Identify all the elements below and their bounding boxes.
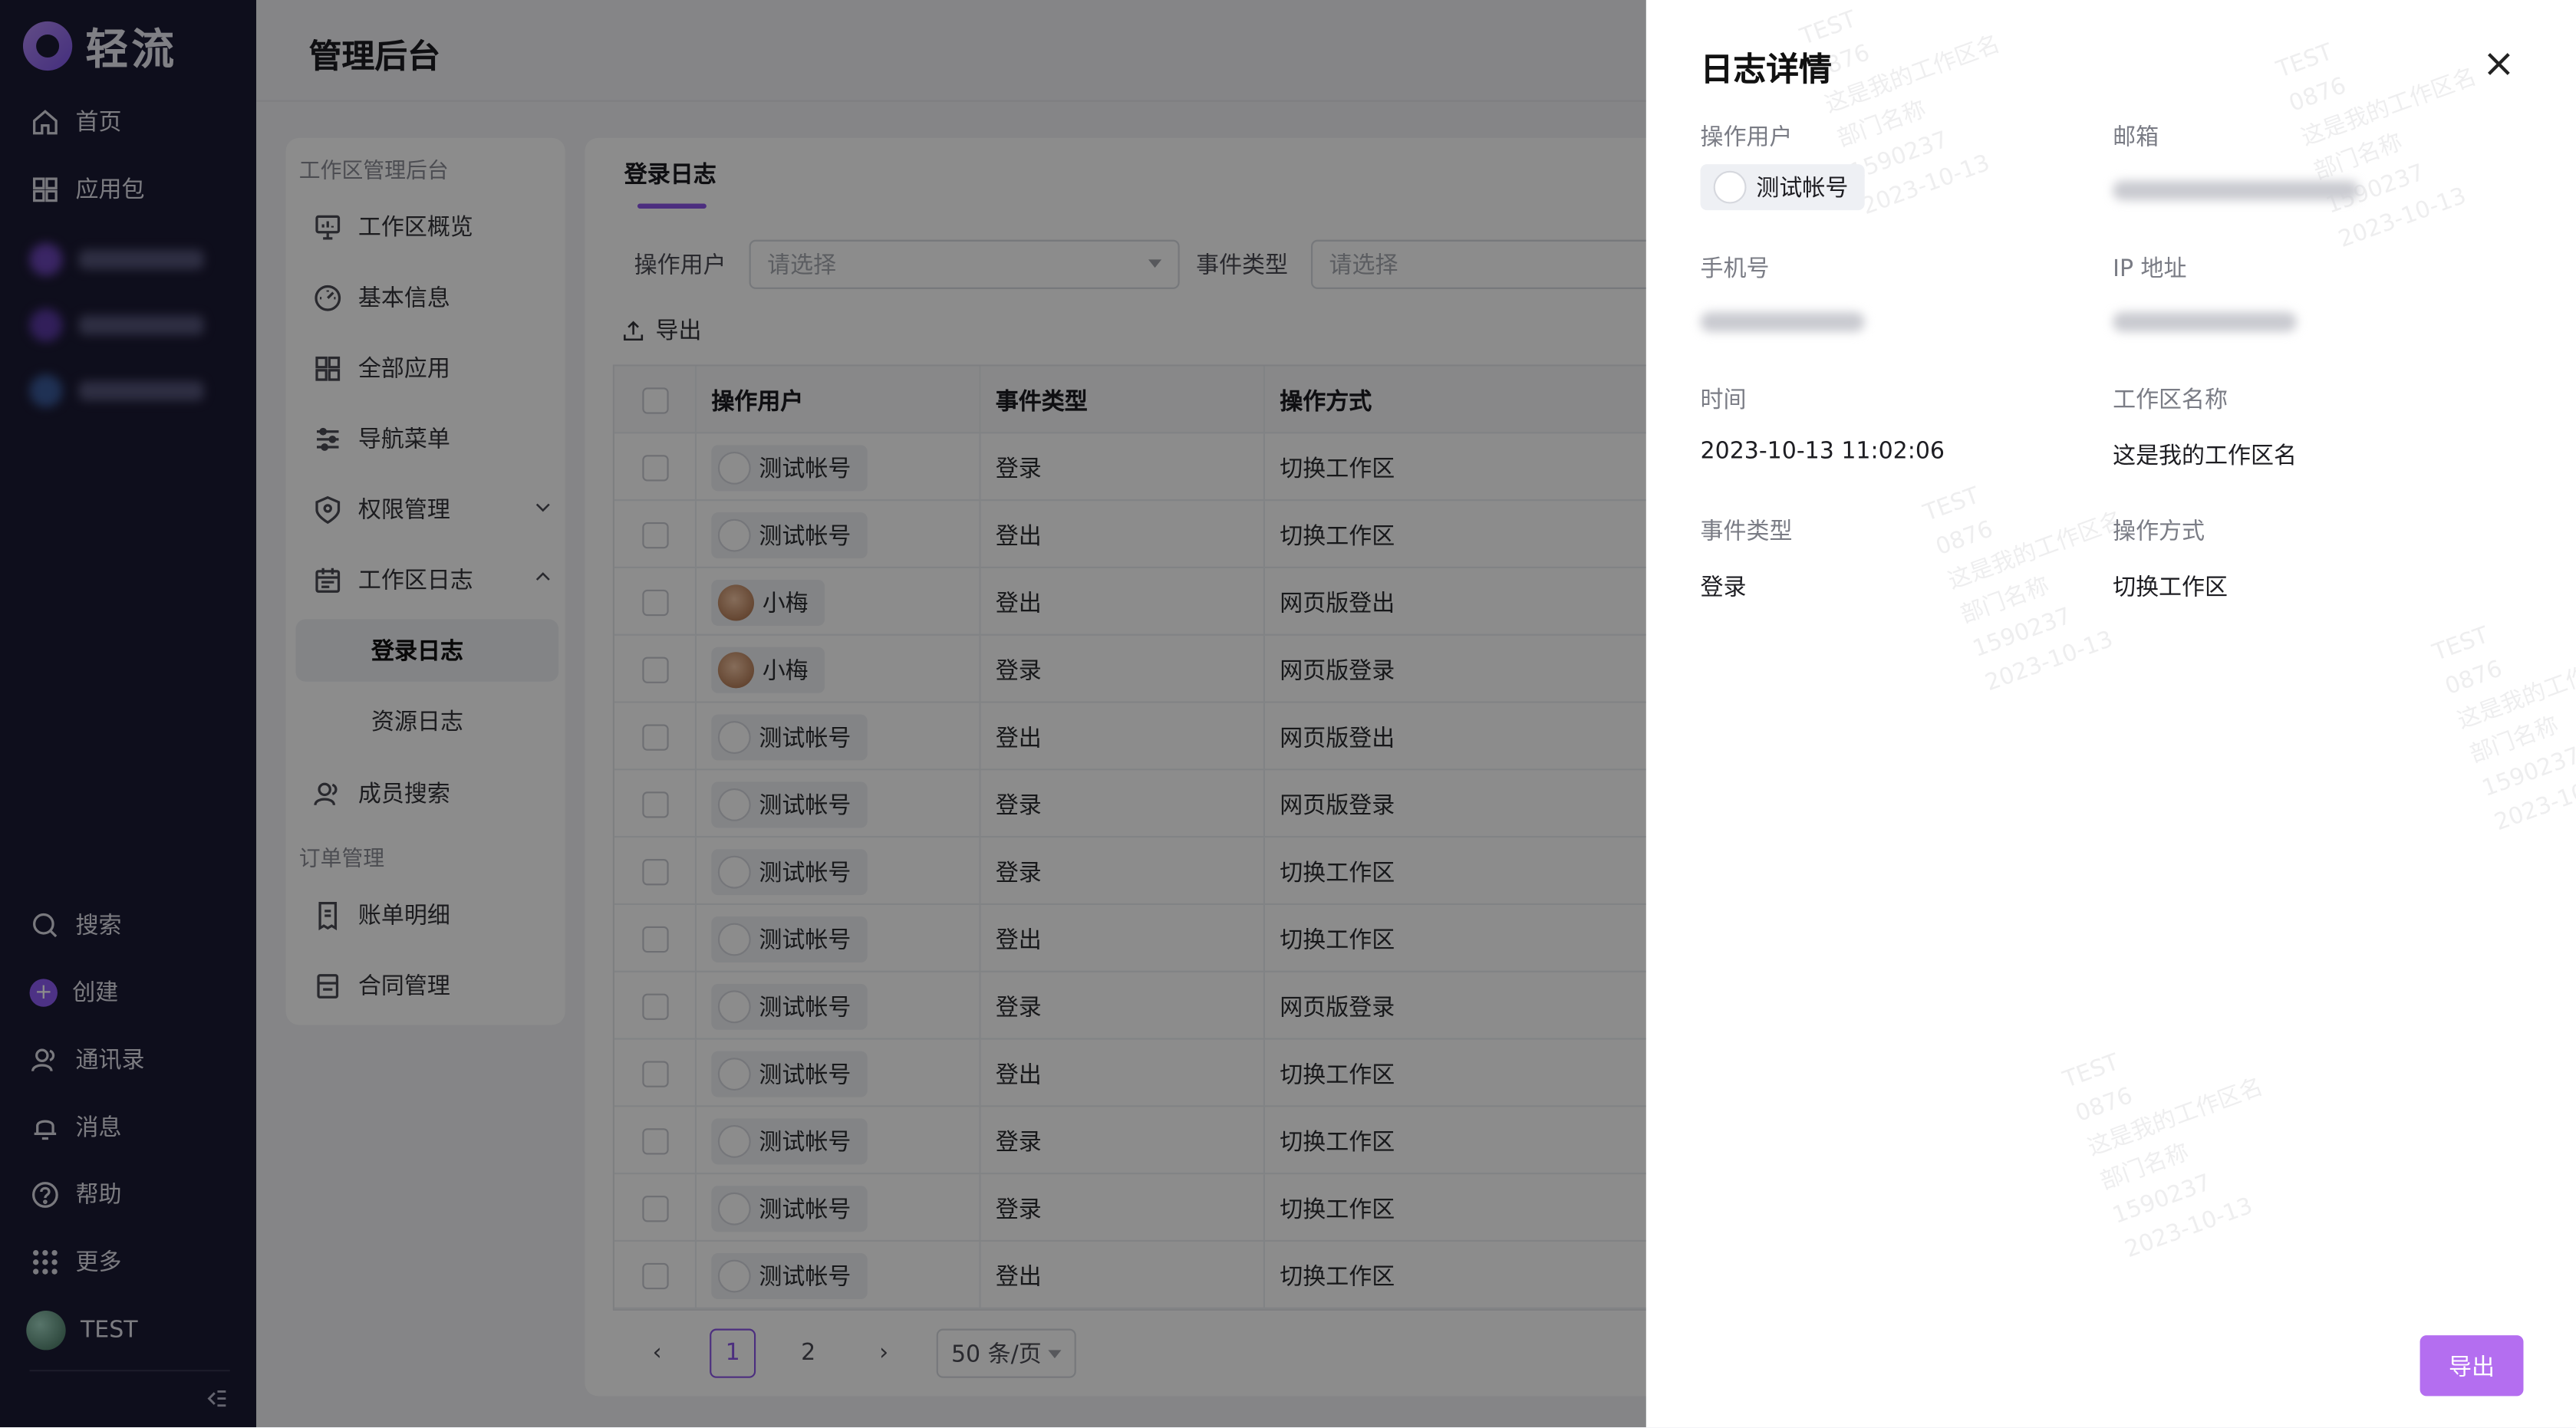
close-icon bbox=[2488, 53, 2510, 75]
field-label-ip: IP 地址 bbox=[2113, 256, 2187, 283]
watermark: TEST 0876 这是我的工作区名 部门名称 1590237 2023-10-… bbox=[1920, 482, 2127, 697]
field-label-email: 邮箱 bbox=[2113, 124, 2159, 152]
field-label-event: 事件类型 bbox=[1700, 518, 1793, 546]
avatar bbox=[1713, 170, 1747, 204]
export-button[interactable]: 导出 bbox=[2420, 1335, 2524, 1397]
field-value-event: 登录 bbox=[1700, 574, 1747, 601]
watermark: TEST 0876 这是我的工作区名 部门名称 1590237 2023-10-… bbox=[2429, 622, 2576, 837]
log-detail-drawer: TEST 0876 这是我的工作区名 部门名称 1590237 2023-10-… bbox=[1645, 0, 2576, 1428]
phone-value-redacted bbox=[1700, 311, 1865, 332]
modal-mask[interactable] bbox=[0, 0, 1646, 1428]
field-value-time: 2023-10-13 11:02:06 bbox=[1700, 438, 1945, 466]
field-label-workspace: 工作区名称 bbox=[2113, 387, 2228, 414]
field-value-workspace: 这是我的工作区名 bbox=[2113, 443, 2297, 470]
user-chip[interactable]: 测试帐号 bbox=[1700, 164, 1865, 211]
watermark: TEST 0876 这是我的工作区名 部门名称 1590237 2023-10-… bbox=[2273, 39, 2480, 254]
email-value-redacted bbox=[2113, 180, 2360, 201]
field-label-user: 操作用户 bbox=[1700, 124, 1793, 152]
user-chip-name: 测试帐号 bbox=[1756, 176, 1849, 202]
field-label-phone: 手机号 bbox=[1700, 256, 1770, 283]
close-button[interactable] bbox=[2481, 46, 2517, 82]
drawer-title: 日志详情 bbox=[1700, 49, 1832, 89]
watermark: TEST 0876 这是我的工作区名 部门名称 1590237 2023-10-… bbox=[2060, 1049, 2267, 1264]
field-label-way: 操作方式 bbox=[2113, 518, 2205, 546]
ip-value-redacted bbox=[2113, 311, 2297, 332]
field-value-way: 切换工作区 bbox=[2113, 574, 2228, 601]
field-label-time: 时间 bbox=[1700, 387, 1747, 414]
